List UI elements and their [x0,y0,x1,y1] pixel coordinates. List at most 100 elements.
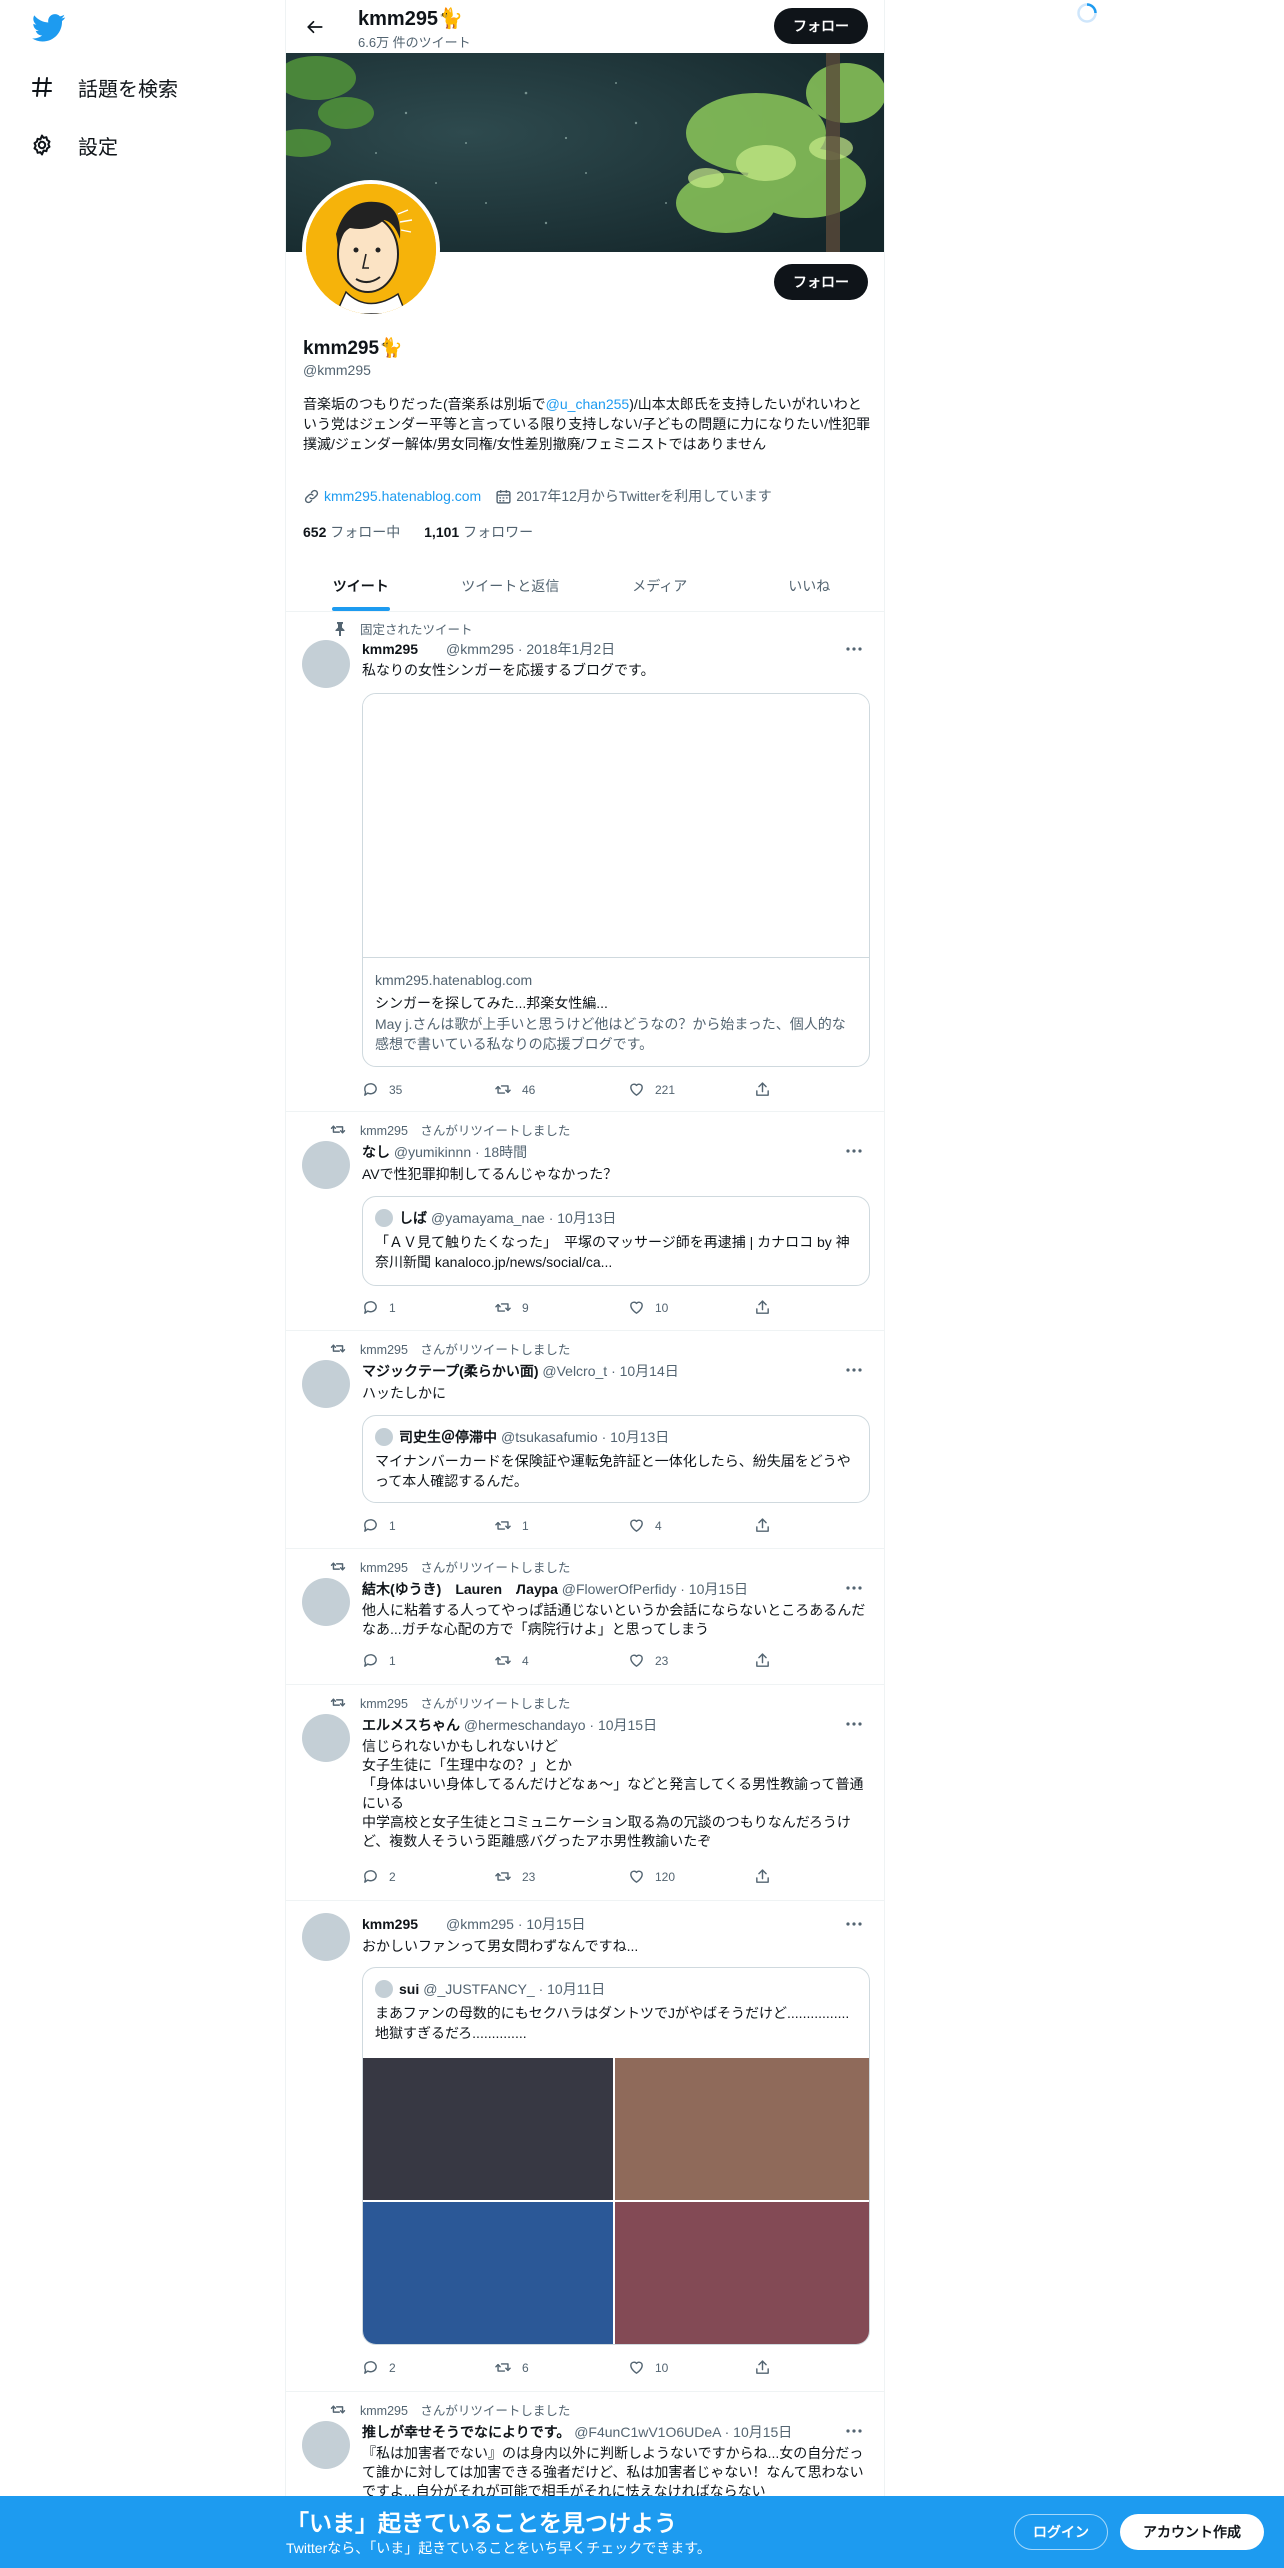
tweet-retweet[interactable]: kmm295 さんがリツイートしました なし @yumikinnn · 18時間… [286,1112,884,1331]
avatar[interactable] [302,1714,350,1762]
tweet-text: 私なりの女性シンガーを応援するブログです。 [362,662,655,678]
avatar[interactable] [302,1913,350,1961]
reply-button[interactable]: 1 [362,1652,396,1669]
more-options-icon[interactable] [842,2423,866,2439]
profile-handle: @kmm295 [303,362,371,378]
quoted-author-name: しば [399,1210,427,1226]
tweet-handle-date[interactable]: @hermeschandayo · 10月15日 [464,1717,657,1733]
nav-explore[interactable]: 話題を検索 [28,63,178,111]
quoted-media-image[interactable] [615,2058,869,2200]
quoted-media-image[interactable] [363,2058,613,2200]
tab-tweets-and-replies[interactable]: ツイートと返信 [436,560,586,611]
tweet-retweet[interactable]: kmm295 さんがリツイートしました エルメスちゃん @hermeschand… [286,1685,884,1901]
reply-count: 1 [389,1518,396,1533]
reply-button[interactable]: 1 [362,1299,396,1316]
quoted-tweet[interactable]: しば @yamayama_nae · 10月13日 「ＡＶ見て触りたくなった」 平… [362,1196,870,1286]
share-button[interactable] [754,2359,781,2376]
tweet-retweet[interactable]: kmm295 さんがリツイートしました マジックテープ(柔らかい面) @Velc… [286,1331,884,1549]
tweet-author-name[interactable]: kmm295 [362,641,418,657]
tweet-author-name[interactable]: なし [362,1144,390,1160]
back-arrow-icon[interactable] [300,12,330,42]
tweet-author-name[interactable]: kmm295 [362,1916,418,1932]
link-card-description: May j.さんは歌が上手いと思うけど他はどうなの？から始まった、個人的な感想で… [375,1016,846,1052]
login-button[interactable]: ログイン [1014,2514,1108,2550]
bio-mention-link[interactable]: @u_chan255 [546,396,630,412]
tweet-handle-date[interactable]: @kmm295 · 2018年1月2日 [446,641,615,657]
retweet-icon [495,1085,511,1094]
tweet-retweet[interactable]: kmm295 さんがリツイートしました 結木(ゆうき) Lauren Лаура… [286,1549,884,1685]
quoted-tweet[interactable]: 司史生＠停滞中 @tsukasafumio · 10月13日 マイナンバーカードを… [362,1415,870,1503]
profile-follow-button[interactable]: フォロー [774,264,868,300]
share-button[interactable] [754,1081,781,1098]
reply-button[interactable]: 2 [362,1868,396,1885]
reply-count: 1 [389,1300,396,1315]
share-button[interactable] [754,1868,781,1885]
like-button[interactable]: 10 [628,1299,668,1316]
quoted-tweet-header: sui @_JUSTFANCY_ · 10月11日 [375,1979,605,1999]
link-preview-card[interactable]: kmm295.hatenablog.com シンガーを探してみた...邦楽女性編… [362,693,870,1067]
more-options-icon[interactable] [842,1580,866,1596]
avatar[interactable] [302,1360,350,1408]
tweet-author-name[interactable]: 推しが幸せそうでなによりです。 [362,2424,570,2440]
tweet-author-name[interactable]: エルメスちゃん [362,1717,460,1733]
like-button[interactable]: 221 [628,1081,675,1098]
profile-header-bar: kmm295🐈 6.6万 件のツイート フォロー [286,0,884,53]
avatar [375,1428,393,1446]
reply-button[interactable]: 1 [362,1517,396,1534]
share-button[interactable] [754,1652,781,1669]
profile-website-link[interactable]: kmm295.hatenablog.com [324,488,481,504]
more-options-icon[interactable] [842,1716,866,1732]
tweet[interactable]: kmm295 @kmm295 · 10月15日 おかしいファンって男女問わずなん… [286,1901,884,2392]
tweet-text: おかしいファンって男女問わずなんですね... [362,1938,639,1954]
tweet-handle-date[interactable]: @Velcro_t · 10月14日 [542,1363,678,1379]
like-button[interactable]: 120 [628,1868,675,1885]
quoted-media-image[interactable] [363,2202,613,2344]
avatar[interactable] [302,1578,350,1626]
retweet-button[interactable]: 4 [494,1652,529,1669]
profile-avatar[interactable] [302,180,440,318]
retweet-button[interactable]: 6 [494,2359,529,2376]
quoted-tweet[interactable]: sui @_JUSTFANCY_ · 10月11日 まあファンの母数的にもセクハラ… [362,1967,870,2345]
share-icon [756,1082,769,1096]
more-options-icon[interactable] [842,641,866,657]
tweet-pinned[interactable]: 固定されたツイート kmm295 @kmm295 · 2018年1月2日 私なり… [286,612,884,1112]
avatar[interactable] [302,1141,350,1189]
share-button[interactable] [754,1299,781,1316]
avatar[interactable] [302,2421,350,2469]
like-button[interactable]: 10 [628,2359,668,2376]
tweet-handle-date[interactable]: @yumikinnn · 18時間 [394,1144,527,1160]
tab-tweets[interactable]: ツイート [286,560,436,611]
more-options-icon[interactable] [842,1916,866,1932]
reply-button[interactable]: 35 [362,1081,402,1098]
retweet-icon [495,1656,511,1665]
following-stat[interactable]: 652 フォロー中 [303,524,400,540]
tweet-author-name[interactable]: 結木(ゆうき) Lauren Лаура [362,1581,558,1597]
more-options-icon[interactable] [842,1362,866,1378]
tweet-handle-date[interactable]: @kmm295 · 10月15日 [446,1916,585,1932]
quoted-text: マイナンバーカードを保険証や運転免許証と一体化したら、紛失届をどうやって本人確認… [375,1453,851,1489]
quoted-media-image[interactable] [615,2202,869,2344]
tab-likes[interactable]: いいね [735,560,885,611]
tweet-author-name[interactable]: マジックテープ(柔らかい面) [362,1363,538,1379]
profile-tabs: ツイート ツイートと返信 メディア いいね [286,560,884,612]
tab-media[interactable]: メディア [585,560,735,611]
twitter-bird-icon[interactable] [31,14,66,42]
nav-settings[interactable]: 設定 [28,121,118,169]
tweet-handle-date[interactable]: @F4unC1wV1O6UDeA · 10月15日 [574,2424,792,2440]
more-options-icon[interactable] [842,1143,866,1159]
retweet-context-label: kmm295 さんがリツイートしました [360,1343,571,1357]
retweet-button[interactable]: 46 [494,1081,535,1098]
followers-stat[interactable]: 1,101 フォロワー [424,524,533,540]
signup-button[interactable]: アカウント作成 [1120,2514,1264,2550]
tweet-handle-date[interactable]: @FlowerOfPerfidy · 10月15日 [562,1581,748,1597]
retweet-button[interactable]: 1 [494,1517,529,1534]
header-follow-button[interactable]: フォロー [774,8,868,44]
like-button[interactable]: 4 [628,1517,662,1534]
retweet-button[interactable]: 9 [494,1299,529,1316]
like-button[interactable]: 23 [628,1652,668,1669]
reply-button[interactable]: 2 [362,2359,396,2376]
avatar[interactable] [302,640,350,688]
share-button[interactable] [754,1517,781,1534]
tab-likes-label: いいね [788,577,831,594]
retweet-button[interactable]: 23 [494,1868,535,1885]
